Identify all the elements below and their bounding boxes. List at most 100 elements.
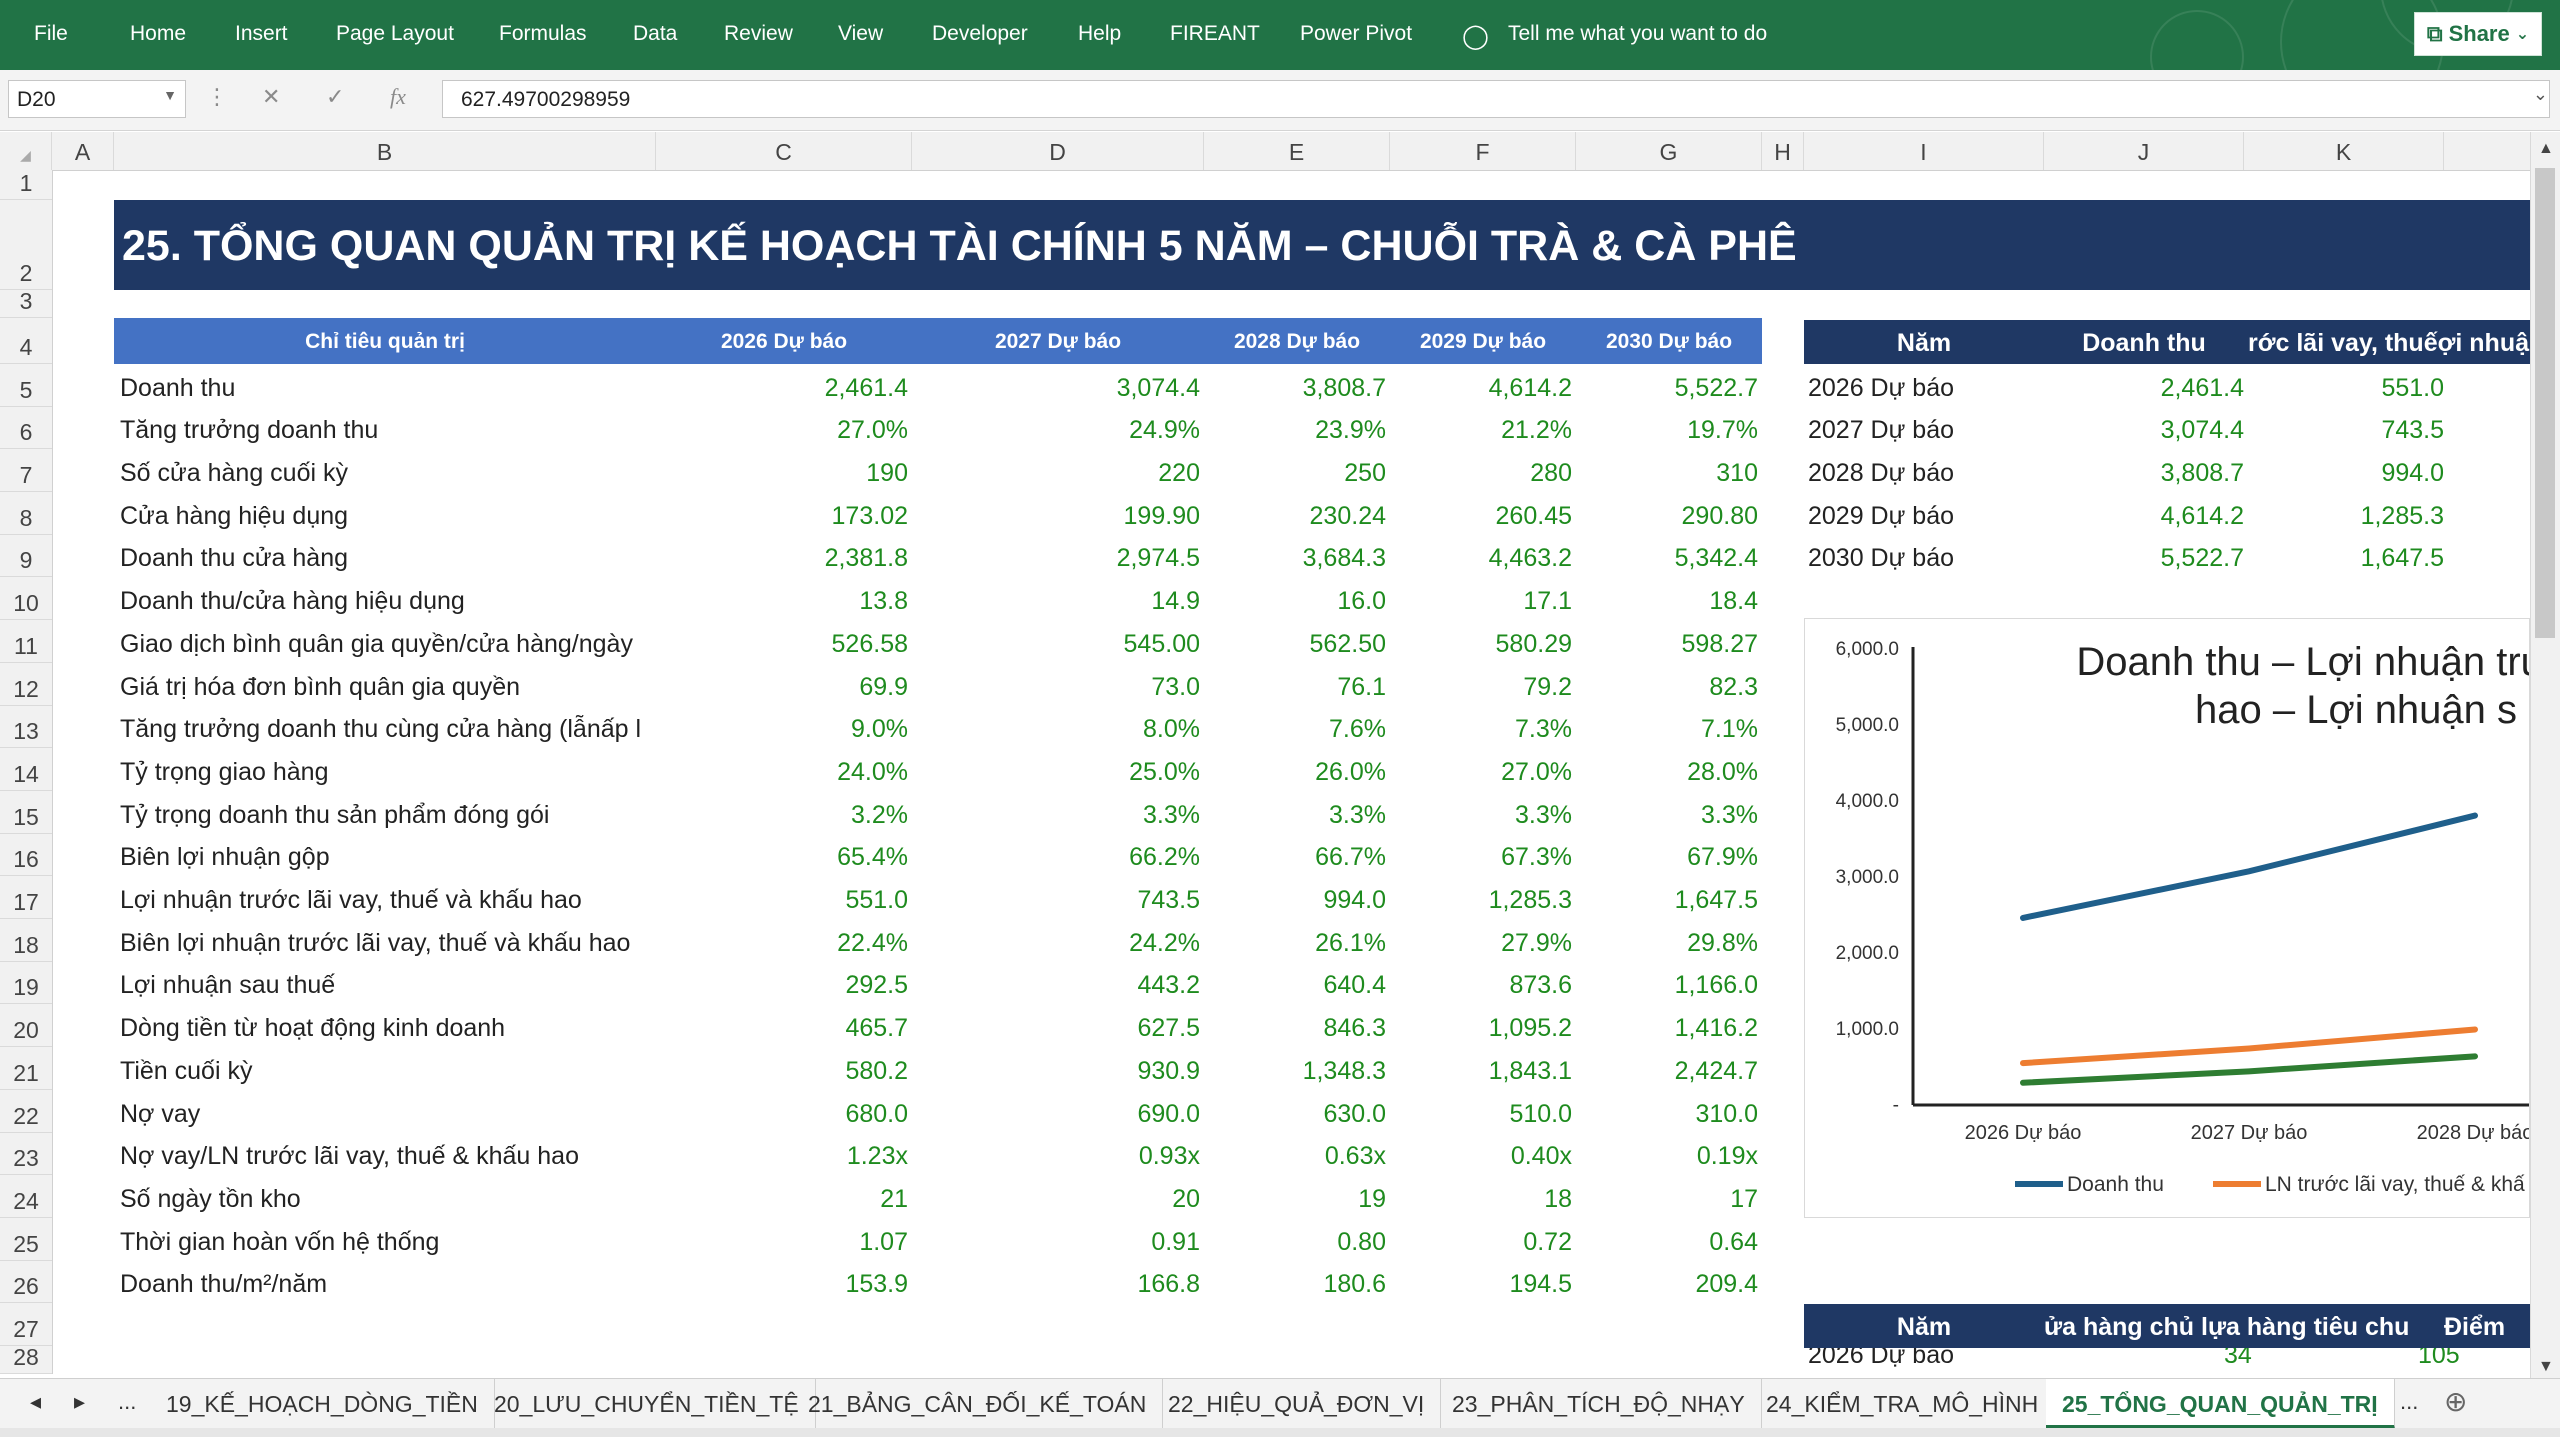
- row-value[interactable]: 526.58: [832, 630, 908, 659]
- row-label[interactable]: Tỷ trọng doanh thu sản phẩm đóng gói: [120, 801, 660, 830]
- row-value[interactable]: 3.3%: [1701, 801, 1758, 830]
- row-value[interactable]: 0.72: [1523, 1228, 1572, 1257]
- column-header-e[interactable]: E: [1204, 132, 1390, 170]
- row-header[interactable]: 2: [0, 200, 52, 290]
- row-value[interactable]: 16.0: [1337, 587, 1386, 616]
- row-value[interactable]: 1,285.3: [1489, 886, 1572, 915]
- side-ebitda[interactable]: 1,647.5: [2361, 544, 2444, 573]
- row-value[interactable]: 180.6: [1323, 1270, 1386, 1299]
- row-value[interactable]: 166.8: [1137, 1270, 1200, 1299]
- row-value[interactable]: 1.23x: [847, 1142, 908, 1171]
- row-label[interactable]: Nợ vay: [120, 1100, 660, 1129]
- row-value[interactable]: 27.9%: [1501, 929, 1572, 958]
- row-value[interactable]: 5,342.4: [1675, 544, 1758, 573]
- bottom-year[interactable]: 2026 Dự báo: [1808, 1348, 1954, 1370]
- column-header-h[interactable]: H: [1762, 132, 1804, 170]
- row-value[interactable]: 67.3%: [1501, 843, 1572, 872]
- row-value[interactable]: 7.3%: [1515, 715, 1572, 744]
- row-value[interactable]: 21.2%: [1501, 416, 1572, 445]
- row-value[interactable]: 19.7%: [1687, 416, 1758, 445]
- sheet-tab[interactable]: 19_KẾ_HOẠCH_DÒNG_TIỀN: [150, 1379, 495, 1429]
- row-value[interactable]: 4,463.2: [1489, 544, 1572, 573]
- scroll-down-icon[interactable]: ▼: [2538, 1358, 2554, 1376]
- row-value[interactable]: 26.0%: [1315, 758, 1386, 787]
- row-value[interactable]: 29.8%: [1687, 929, 1758, 958]
- side-year[interactable]: 2030 Dự báo: [1808, 544, 1954, 573]
- column-header-a[interactable]: A: [52, 132, 114, 170]
- scroll-up-icon[interactable]: ▲: [2538, 140, 2554, 158]
- row-value[interactable]: 26.1%: [1315, 929, 1386, 958]
- row-label[interactable]: Doanh thu: [120, 374, 660, 403]
- row-value[interactable]: 280: [1530, 459, 1572, 488]
- row-value[interactable]: 66.2%: [1129, 843, 1200, 872]
- cancel-icon[interactable]: ✕: [262, 84, 280, 110]
- row-header[interactable]: 11: [0, 620, 52, 663]
- row-value[interactable]: 3,808.7: [1303, 374, 1386, 403]
- row-value[interactable]: 627.5: [1137, 1014, 1200, 1043]
- row-header[interactable]: 22: [0, 1090, 52, 1133]
- side-year[interactable]: 2027 Dự báo: [1808, 416, 1954, 445]
- row-label[interactable]: Số ngày tồn kho: [120, 1185, 660, 1214]
- tell-me-search[interactable]: Tell me what you want to do: [1508, 22, 1767, 46]
- row-value[interactable]: 194.5: [1509, 1270, 1572, 1299]
- row-value[interactable]: 2,461.4: [825, 374, 908, 403]
- row-value[interactable]: 292.5: [845, 971, 908, 1000]
- side-revenue[interactable]: 3,808.7: [2161, 459, 2244, 488]
- row-value[interactable]: 28.0%: [1687, 758, 1758, 787]
- row-value[interactable]: 23.9%: [1315, 416, 1386, 445]
- row-value[interactable]: 5,522.7: [1675, 374, 1758, 403]
- column-header-i[interactable]: I: [1804, 132, 2044, 170]
- row-value[interactable]: 24.9%: [1129, 416, 1200, 445]
- row-value[interactable]: 66.7%: [1315, 843, 1386, 872]
- row-value[interactable]: 21: [880, 1185, 908, 1214]
- sheet-tab[interactable]: 21_BẢNG_CÂN_ĐỐI_KẾ_TOÁN: [792, 1379, 1164, 1429]
- row-label[interactable]: Thời gian hoàn vốn hệ thống: [120, 1228, 660, 1257]
- row-value[interactable]: 14.9: [1151, 587, 1200, 616]
- row-value[interactable]: 443.2: [1137, 971, 1200, 1000]
- row-label[interactable]: Giá trị hóa đơn bình quân gia quyền: [120, 673, 660, 702]
- row-value[interactable]: 9.0%: [851, 715, 908, 744]
- row-label[interactable]: Doanh thu/cửa hàng hiệu dụng: [120, 587, 660, 616]
- row-value[interactable]: 0.93x: [1139, 1142, 1200, 1171]
- row-header[interactable]: 17: [0, 876, 52, 920]
- row-label[interactable]: Lợi nhuận sau thuế: [120, 971, 660, 1000]
- row-value[interactable]: 173.02: [832, 502, 908, 531]
- row-value[interactable]: 680.0: [845, 1100, 908, 1129]
- row-value[interactable]: 199.90: [1124, 502, 1200, 531]
- row-value[interactable]: 17: [1730, 1185, 1758, 1214]
- column-header-d[interactable]: D: [912, 132, 1204, 170]
- row-header[interactable]: 13: [0, 706, 52, 749]
- row-header[interactable]: 7: [0, 449, 52, 493]
- row-value[interactable]: 310: [1716, 459, 1758, 488]
- row-label[interactable]: Tiền cuối kỳ: [120, 1057, 660, 1086]
- menu-view[interactable]: View: [838, 22, 883, 46]
- vertical-scrollbar[interactable]: ▲ ▼: [2530, 132, 2560, 1380]
- row-value[interactable]: 153.9: [845, 1270, 908, 1299]
- tab-prev-icon[interactable]: ◂: [30, 1389, 41, 1415]
- row-header[interactable]: 15: [0, 791, 52, 834]
- row-value[interactable]: 2,974.5: [1117, 544, 1200, 573]
- row-value[interactable]: 551.0: [845, 886, 908, 915]
- line-chart[interactable]: 6,000.0 5,000.0 4,000.0 3,000.0 2,000.0 1,000…: [1804, 618, 2530, 1218]
- row-value[interactable]: 1.07: [859, 1228, 908, 1257]
- row-value[interactable]: 18: [1544, 1185, 1572, 1214]
- row-value[interactable]: 0.80: [1337, 1228, 1386, 1257]
- row-value[interactable]: 82.3: [1709, 673, 1758, 702]
- row-value[interactable]: 1,166.0: [1675, 971, 1758, 1000]
- row-value[interactable]: 4,614.2: [1489, 374, 1572, 403]
- row-value[interactable]: 580.29: [1496, 630, 1572, 659]
- side-year[interactable]: 2026 Dự báo: [1808, 374, 1954, 403]
- row-label[interactable]: Cửa hàng hiệu dụng: [120, 502, 660, 531]
- row-header[interactable]: 25: [0, 1218, 52, 1261]
- row-label[interactable]: Biên lợi nhuận trước lãi vay, thuế và kh…: [120, 929, 660, 958]
- menu-data[interactable]: Data: [633, 22, 677, 46]
- side-year[interactable]: 2029 Dự báo: [1808, 502, 1954, 531]
- row-value[interactable]: 73.0: [1151, 673, 1200, 702]
- row-label[interactable]: Tăng trưởng doanh thu: [120, 416, 660, 445]
- row-value[interactable]: 190: [866, 459, 908, 488]
- side-ebitda[interactable]: 743.5: [2381, 416, 2444, 445]
- row-value[interactable]: 930.9: [1137, 1057, 1200, 1086]
- row-value[interactable]: 2,381.8: [825, 544, 908, 573]
- row-label[interactable]: Dòng tiền từ hoạt động kinh doanh: [120, 1014, 660, 1043]
- menu-page-layout[interactable]: Page Layout: [336, 22, 454, 46]
